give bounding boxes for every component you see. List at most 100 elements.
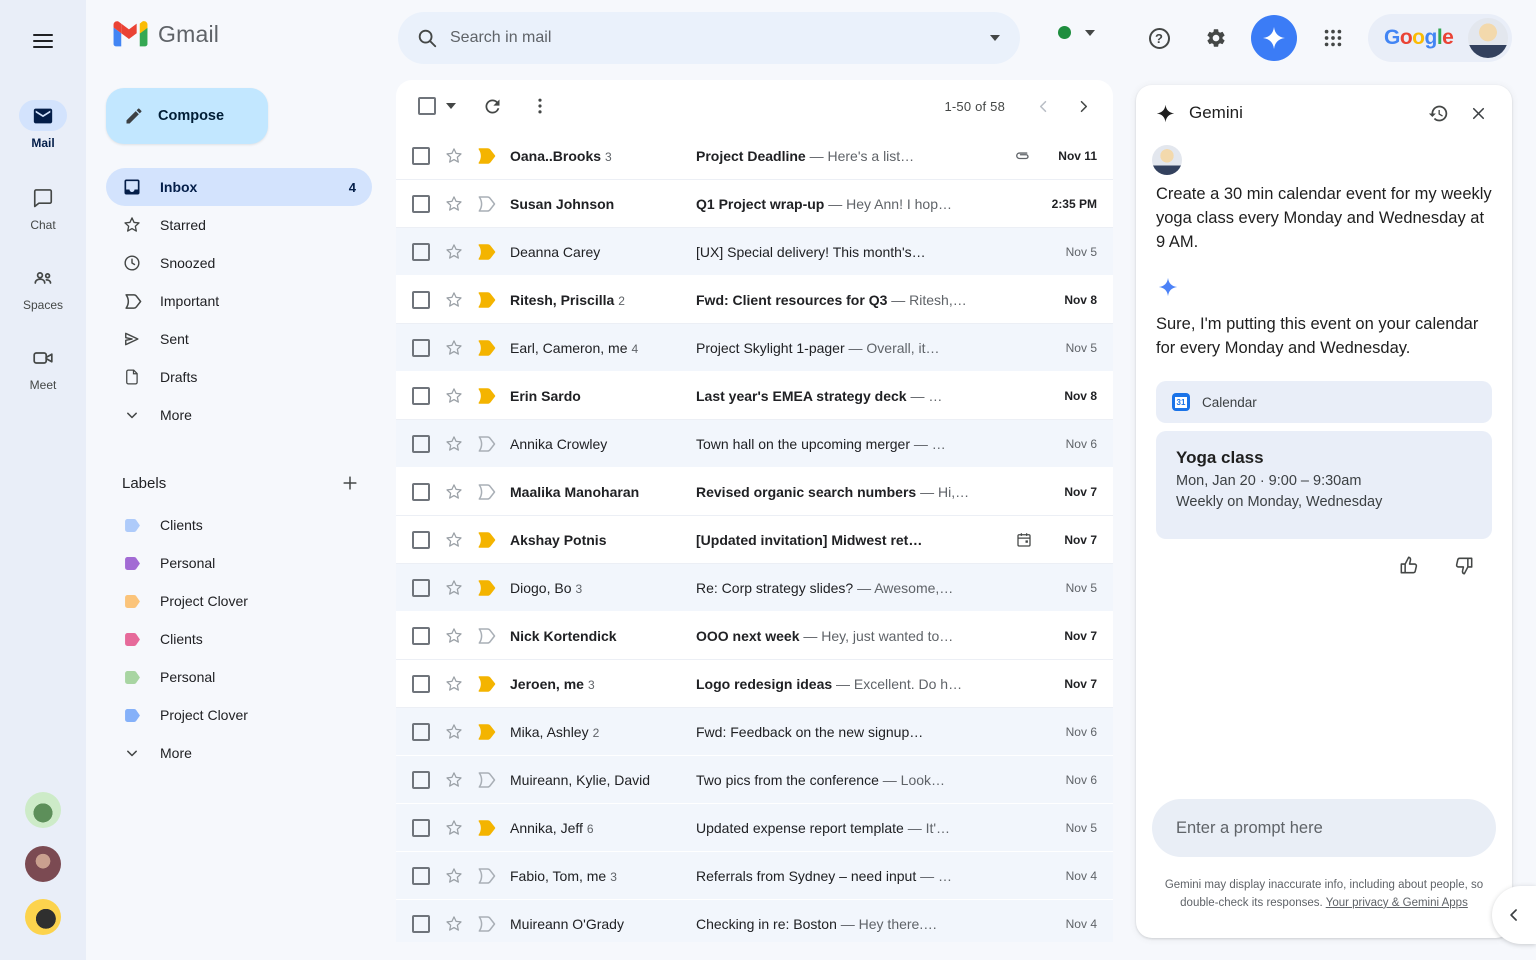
sidebar-item-inbox[interactable]: Inbox 4 [106, 168, 372, 206]
star-icon[interactable] [444, 626, 464, 646]
rail-item-chat[interactable]: Chat [0, 182, 86, 232]
importance-marker[interactable] [476, 674, 496, 694]
more-actions-button[interactable] [520, 86, 560, 126]
email-row[interactable]: Annika Crowley Town hall on the upcoming… [396, 420, 1113, 468]
email-row[interactable]: Deanna Carey [UX] Special delivery! This… [396, 228, 1113, 276]
calendar-source-chip[interactable]: 31 Calendar [1156, 381, 1492, 423]
email-row[interactable]: Akshay Potnis [Updated invitation] Midwe… [396, 516, 1113, 564]
importance-marker[interactable] [476, 530, 496, 550]
importance-marker[interactable] [476, 338, 496, 358]
email-row[interactable]: Erin Sardo Last year's EMEA strategy dec… [396, 372, 1113, 420]
rail-item-mail[interactable]: Mail [0, 100, 86, 150]
importance-marker[interactable] [476, 146, 496, 166]
account-avatar[interactable] [1468, 18, 1508, 58]
select-options-icon[interactable] [446, 103, 456, 109]
prompt-input-container[interactable] [1152, 799, 1496, 857]
labels-more[interactable]: More [106, 734, 372, 772]
select-checkbox[interactable] [412, 483, 430, 501]
select-checkbox[interactable] [412, 147, 430, 165]
star-icon[interactable] [444, 146, 464, 166]
select-checkbox[interactable] [412, 243, 430, 261]
star-icon[interactable] [444, 290, 464, 310]
label-item[interactable]: Personal [106, 544, 372, 582]
importance-marker[interactable] [476, 578, 496, 598]
select-all-checkbox[interactable] [418, 97, 436, 115]
contact-avatar[interactable] [25, 899, 61, 935]
select-checkbox[interactable] [412, 579, 430, 597]
label-item[interactable]: Clients [106, 506, 372, 544]
select-checkbox[interactable] [412, 435, 430, 453]
contact-avatar[interactable] [25, 792, 61, 828]
select-checkbox[interactable] [412, 387, 430, 405]
label-item[interactable]: Project Clover [106, 582, 372, 620]
star-icon[interactable] [444, 818, 464, 838]
email-row[interactable]: Oana..Brooks3 Project Deadline — Here's … [396, 132, 1113, 180]
search-button[interactable] [404, 15, 450, 61]
label-item[interactable]: Project Clover [106, 696, 372, 734]
select-checkbox[interactable] [412, 339, 430, 357]
select-checkbox[interactable] [412, 867, 430, 885]
sidebar-item-important[interactable]: Important [106, 282, 372, 320]
sidebar-item-starred[interactable]: Starred [106, 206, 372, 244]
email-row[interactable]: Susan Johnson Q1 Project wrap-up — Hey A… [396, 180, 1113, 228]
star-icon[interactable] [444, 770, 464, 790]
gemini-button[interactable] [1251, 15, 1297, 61]
importance-marker[interactable] [476, 482, 496, 502]
search-options-icon[interactable] [990, 35, 1000, 41]
importance-marker[interactable] [476, 290, 496, 310]
star-icon[interactable] [444, 578, 464, 598]
star-icon[interactable] [444, 722, 464, 742]
email-row[interactable]: Diogo, Bo3 Re: Corp strategy slides? — A… [396, 564, 1113, 612]
google-account-pill[interactable]: Google [1368, 14, 1512, 62]
importance-marker[interactable] [476, 626, 496, 646]
star-icon[interactable] [444, 194, 464, 214]
search-input[interactable] [450, 29, 990, 47]
status-indicator[interactable] [1058, 26, 1095, 39]
select-checkbox[interactable] [412, 291, 430, 309]
newer-page-button[interactable] [1023, 86, 1063, 126]
apps-grid-button[interactable] [1312, 17, 1354, 59]
select-checkbox[interactable] [412, 675, 430, 693]
importance-marker[interactable] [476, 914, 496, 934]
add-label-button[interactable] [340, 473, 360, 493]
importance-marker[interactable] [476, 242, 496, 262]
email-row[interactable]: Annika, Jeff6 Updated expense report tem… [396, 804, 1113, 852]
email-row[interactable]: Ritesh, Priscilla2 Fwd: Client resources… [396, 276, 1113, 324]
star-icon[interactable] [444, 866, 464, 886]
email-row[interactable]: Muireann, Kylie, David Two pics from the… [396, 756, 1113, 804]
search-bar[interactable] [398, 12, 1020, 64]
email-row[interactable]: Fabio, Tom, me3 Referrals from Sydney – … [396, 852, 1113, 900]
thumbs-down-button[interactable] [1450, 551, 1478, 579]
sidebar-item-sent[interactable]: Sent [106, 320, 372, 358]
email-row[interactable]: Muireann O'Grady Checking in re: Boston … [396, 900, 1113, 942]
main-menu-button[interactable] [22, 20, 64, 62]
select-checkbox[interactable] [412, 627, 430, 645]
contact-avatar[interactable] [25, 846, 61, 882]
star-icon[interactable] [444, 386, 464, 406]
rail-item-meet[interactable]: Meet [0, 342, 86, 392]
prompt-input[interactable] [1176, 819, 1466, 838]
history-button[interactable] [1418, 93, 1458, 133]
refresh-button[interactable] [472, 86, 512, 126]
sidebar-item-more[interactable]: More [106, 396, 372, 434]
importance-marker[interactable] [476, 818, 496, 838]
thumbs-up-button[interactable] [1394, 551, 1422, 579]
privacy-link[interactable]: Your privacy & Gemini Apps [1326, 897, 1468, 909]
label-item[interactable]: Clients [106, 620, 372, 658]
select-checkbox[interactable] [412, 915, 430, 933]
star-icon[interactable] [444, 482, 464, 502]
sidebar-item-snoozed[interactable]: Snoozed [106, 244, 372, 282]
help-button[interactable]: ? [1138, 17, 1180, 59]
calendar-event-card[interactable]: Yoga class Mon, Jan 20 · 9:00 – 9:30am W… [1156, 431, 1492, 539]
select-checkbox[interactable] [412, 771, 430, 789]
select-checkbox[interactable] [412, 195, 430, 213]
email-row[interactable]: Jeroen, me3 Logo redesign ideas — Excell… [396, 660, 1113, 708]
select-checkbox[interactable] [412, 723, 430, 741]
star-icon[interactable] [444, 242, 464, 262]
older-page-button[interactable] [1063, 86, 1103, 126]
sidebar-item-drafts[interactable]: Drafts [106, 358, 372, 396]
select-checkbox[interactable] [412, 531, 430, 549]
label-item[interactable]: Personal [106, 658, 372, 696]
star-icon[interactable] [444, 434, 464, 454]
select-checkbox[interactable] [412, 819, 430, 837]
